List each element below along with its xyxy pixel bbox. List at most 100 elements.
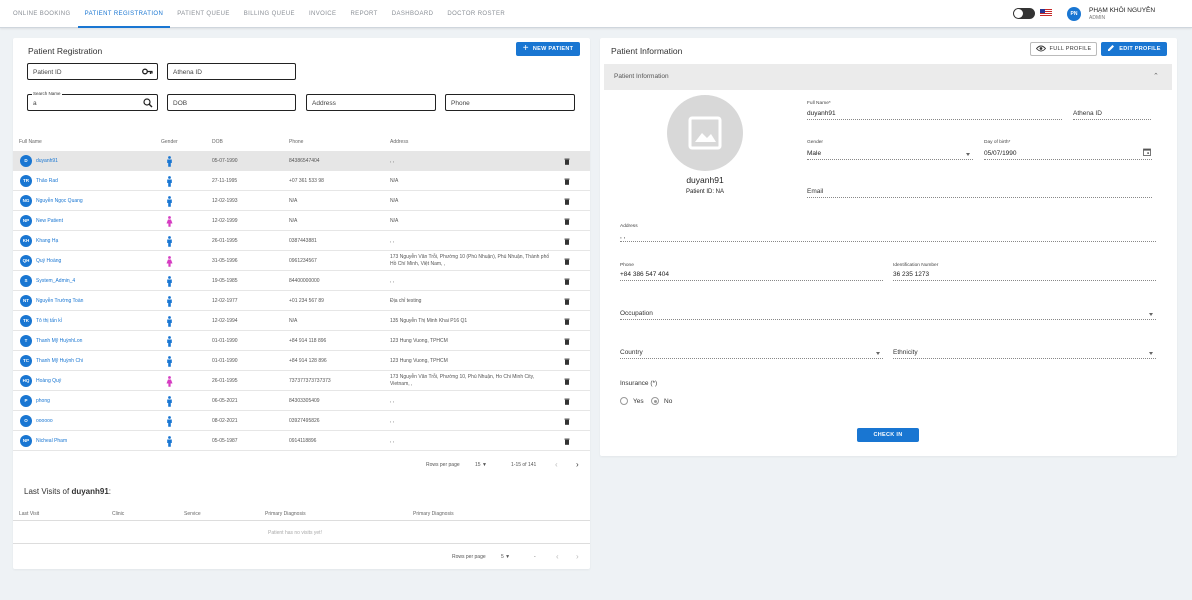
patient-name-link[interactable]: Thanh Mỹ HuỳnhLon [36,338,82,344]
patient-name-link[interactable]: Thảo Rad [36,178,58,184]
nav-item-patient-queue[interactable]: PATIENT QUEUE [170,0,237,28]
table-row[interactable]: T Thanh Mỹ HuỳnhLon 01-01-1990 +84 914 118 … [13,331,590,351]
nav-item-patient-registration[interactable]: PATIENT REGISTRATION [77,0,171,28]
insurance-yes-label[interactable]: Yes [633,398,644,405]
patient-name-link[interactable]: Nicheal Pham [36,438,67,444]
table-row[interactable]: NG Nguyễn Ngọc Quang 12-02-1993 N/A N/A [13,191,590,211]
patient-name-link[interactable]: Nguyễn Ngọc Quang [36,198,83,204]
insurance-yes-radio[interactable] [620,397,628,405]
rows-per-page-select[interactable]: 15 ▼ [475,462,487,468]
patient-name-link[interactable]: Quý Hoàng [36,258,61,264]
insurance-no-label[interactable]: No [664,398,672,405]
table-row[interactable]: Dduyanh91 05-07-1990 84386547404 , , [13,151,590,171]
chevron-up-icon[interactable]: ⌃ [1153,72,1159,80]
trash-icon[interactable] [564,278,570,287]
patient-info-accordion[interactable]: Patient Information ⌃ [604,64,1172,90]
address-value[interactable]: , , [620,233,625,240]
patient-name-link[interactable]: Thanh Mỹ Huỳnh Chi [36,358,83,364]
table-row[interactable]: NP Nicheal Pham 05-05-1987 0914118896 , , [13,431,590,451]
col-phone[interactable]: Phone [289,139,303,145]
trash-icon[interactable] [564,158,570,167]
new-patient-button[interactable]: + NEW PATIENT [516,42,580,56]
gender-select[interactable]: Male [807,150,821,157]
full-profile-button[interactable]: FULL PROFILE [1030,42,1097,56]
occupation-select[interactable]: Occupation [620,310,653,317]
patient-name-link[interactable]: System_Admin_4 [36,278,75,284]
calendar-icon[interactable] [1143,148,1151,158]
patient-name-link[interactable]: Tô thị tấn kỉ [36,318,62,324]
patient-name-link[interactable]: New Patient [36,218,63,224]
trash-icon[interactable] [564,298,570,307]
idnum-value[interactable]: 36 235 1273 [893,271,929,278]
table-row[interactable]: QH Quý Hoàng 31-05-1996 0961234567 173 Nguyễ… [13,251,590,271]
trash-icon[interactable] [564,378,570,387]
address-field[interactable]: Address [306,94,436,111]
edit-profile-button[interactable]: EDIT PROFILE [1101,42,1167,56]
table-row[interactable]: TK Tô thị tấn kỉ 12-02-1994 N/A 135 Nguyễn T… [13,311,590,331]
occupation-dropdown-icon[interactable] [1149,313,1153,316]
check-in-button[interactable]: CHECK IN [857,428,919,442]
next-page-icon[interactable]: › [576,460,579,469]
trash-icon[interactable] [564,318,570,327]
theme-toggle[interactable] [1013,8,1035,19]
prev-page-icon[interactable]: ‹ [555,460,558,469]
us-flag-icon[interactable] [1040,9,1052,17]
search-icon[interactable] [143,98,153,110]
visits-prev-page-icon[interactable]: ‹ [556,552,559,561]
trash-icon[interactable] [564,198,570,207]
athena-id-label[interactable]: Athena ID [1073,110,1102,117]
patient-name-link[interactable]: duyanh91 [36,158,58,164]
trash-icon[interactable] [564,258,570,267]
patient-name-link[interactable]: Nguyễn Trường Toàn [36,298,83,304]
table-row[interactable]: NP New Patient 12-02-1999 N/A N/A [13,211,590,231]
search-name-field[interactable]: Search Name a [27,91,158,111]
athena-id-field[interactable]: Athena ID [167,63,296,80]
phone-value[interactable]: +84 386 547 404 [620,271,669,278]
ethnicity-dropdown-icon[interactable] [1149,352,1153,355]
user-name[interactable]: PHẠM KHÔI NGUYÊN [1089,7,1155,14]
table-row[interactable]: KH Khang Hạ 26-01-1995 0387443881 , , [13,231,590,251]
insurance-no-radio[interactable] [651,397,659,405]
table-row[interactable]: Ooooooo 08-02-2021 03927495826 , , [13,411,590,431]
nav-item-report[interactable]: REPORT [343,0,384,28]
email-label[interactable]: Email [807,188,823,195]
patient-name-link[interactable]: Hoàng Quý [36,378,61,384]
trash-icon[interactable] [564,338,570,347]
dob-field[interactable]: DOB [167,94,296,111]
trash-icon[interactable] [564,218,570,227]
trash-icon[interactable] [564,238,570,247]
visits-next-page-icon[interactable]: › [576,552,579,561]
table-row[interactable]: HQ Hoàng Quý 26-01-1995 737377373737373 173 … [13,371,590,391]
patient-name-link[interactable]: Khang Hạ [36,238,58,244]
full-name-value[interactable]: duyanh91 [807,110,836,117]
table-row[interactable]: S System_Admin_4 19-05-1985 84400000000 , , [13,271,590,291]
col-address[interactable]: Address [390,139,408,145]
phone-field[interactable]: Phone [445,94,575,111]
trash-icon[interactable] [564,438,570,447]
country-select[interactable]: Country [620,349,643,356]
nav-item-dashboard[interactable]: DASHBOARD [385,0,441,28]
trash-icon[interactable] [564,358,570,367]
patient-name-link[interactable]: phong [36,398,50,404]
nav-item-doctor-roster[interactable]: DOCTOR ROSTER [440,0,512,28]
trash-icon[interactable] [564,178,570,187]
patient-id-field[interactable]: Patient ID [27,63,158,80]
col-dob[interactable]: DOB [212,139,223,145]
table-row[interactable]: TC Thanh Mỹ Huỳnh Chi 01-01-1990 +84 914 12… [13,351,590,371]
dob-value[interactable]: 05/07/1990 [984,150,1017,157]
nav-item-invoice[interactable]: INVOICE [302,0,343,28]
gender-dropdown-icon[interactable] [966,153,970,156]
table-row[interactable]: Pphong 06-05-2021 84303305409 , , [13,391,590,411]
country-dropdown-icon[interactable] [876,352,880,355]
trash-icon[interactable] [564,398,570,407]
patient-name-link[interactable]: oooooo [36,418,53,424]
trash-icon[interactable] [564,418,570,427]
nav-item-online-booking[interactable]: ONLINE BOOKING [6,0,78,28]
col-full-name[interactable]: Full Name [19,139,42,145]
visits-rows-per-page-select[interactable]: 5 ▼ [501,554,510,560]
ethnicity-select[interactable]: Ethnicity [893,349,918,356]
table-row[interactable]: TR Thảo Rad 27-11-1995 +07 361 533 98 N/A [13,171,590,191]
nav-item-billing-queue[interactable]: BILLING QUEUE [237,0,302,28]
col-gender[interactable]: Gender [161,139,178,145]
table-row[interactable]: NT Nguyễn Trường Toàn 12-02-1977 +01 234 56… [13,291,590,311]
